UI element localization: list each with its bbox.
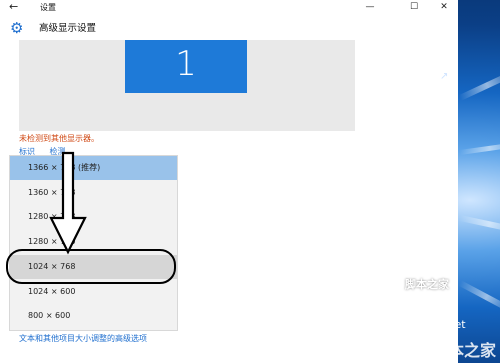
- watermark-logo-icon: ↗: [440, 71, 449, 82]
- watermark-brand: 脚本之家: [405, 278, 449, 291]
- down-arrow-annotation: [49, 151, 87, 255]
- watermark-site: jb51.net: [420, 318, 466, 331]
- arrow-shaft: [49, 151, 87, 255]
- watermark-brand-large: 脚本之家: [431, 341, 496, 360]
